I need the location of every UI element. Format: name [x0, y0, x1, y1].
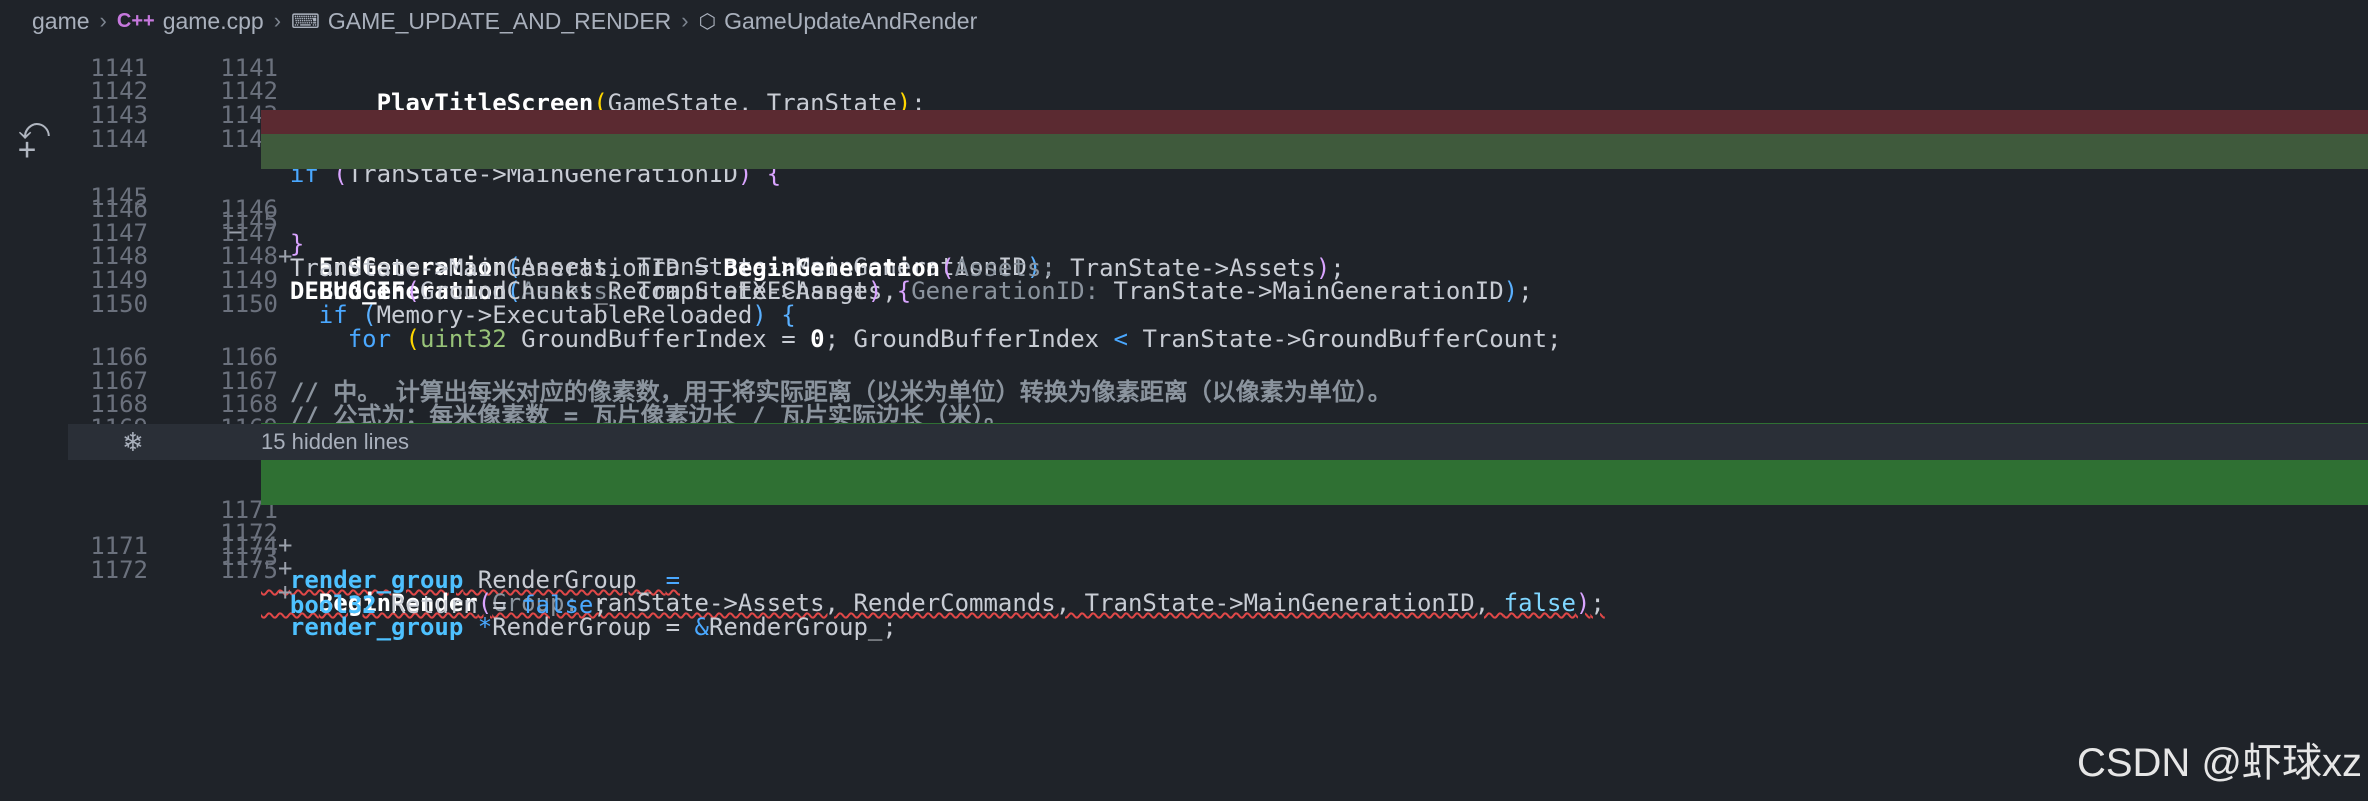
breadcrumb-item-folder[interactable]: game [32, 8, 90, 35]
code-line: 1150 1150 for (uint32 GroundBufferIndex =… [90, 290, 1562, 353]
chevron-right-icon: › [681, 8, 689, 33]
hidden-lines-label: 15 hidden lines [261, 429, 410, 454]
chevron-right-icon: › [99, 8, 107, 33]
code-line: 1172 1175 bool32 Return = false; [90, 556, 608, 619]
chevron-right-icon: › [273, 8, 282, 33]
breadcrumb-item-file[interactable]: C++ game.cpp [117, 8, 264, 35]
stage-plus-icon[interactable]: + [18, 132, 36, 167]
breadcrumb-item-function[interactable]: ⬡ GameUpdateAndRender [699, 8, 978, 35]
hidden-lines-bar[interactable]: ❄ 15 hidden lines [68, 424, 2368, 460]
watermark: CSDN @虾球xz [2076, 741, 2362, 785]
breadcrumb-item-macro[interactable]: ⌨ GAME_UPDATE_AND_RENDER [291, 8, 671, 35]
breadcrumb: game › C++ game.cpp › ⌨ GAME_UPDATE_AND_… [0, 0, 2368, 42]
cube-icon: ⬡ [698, 10, 717, 33]
expand-icon[interactable]: ❄ [122, 424, 144, 460]
macro-icon: ⌨ [291, 10, 320, 33]
cpp-file-icon: C++ [116, 9, 155, 32]
